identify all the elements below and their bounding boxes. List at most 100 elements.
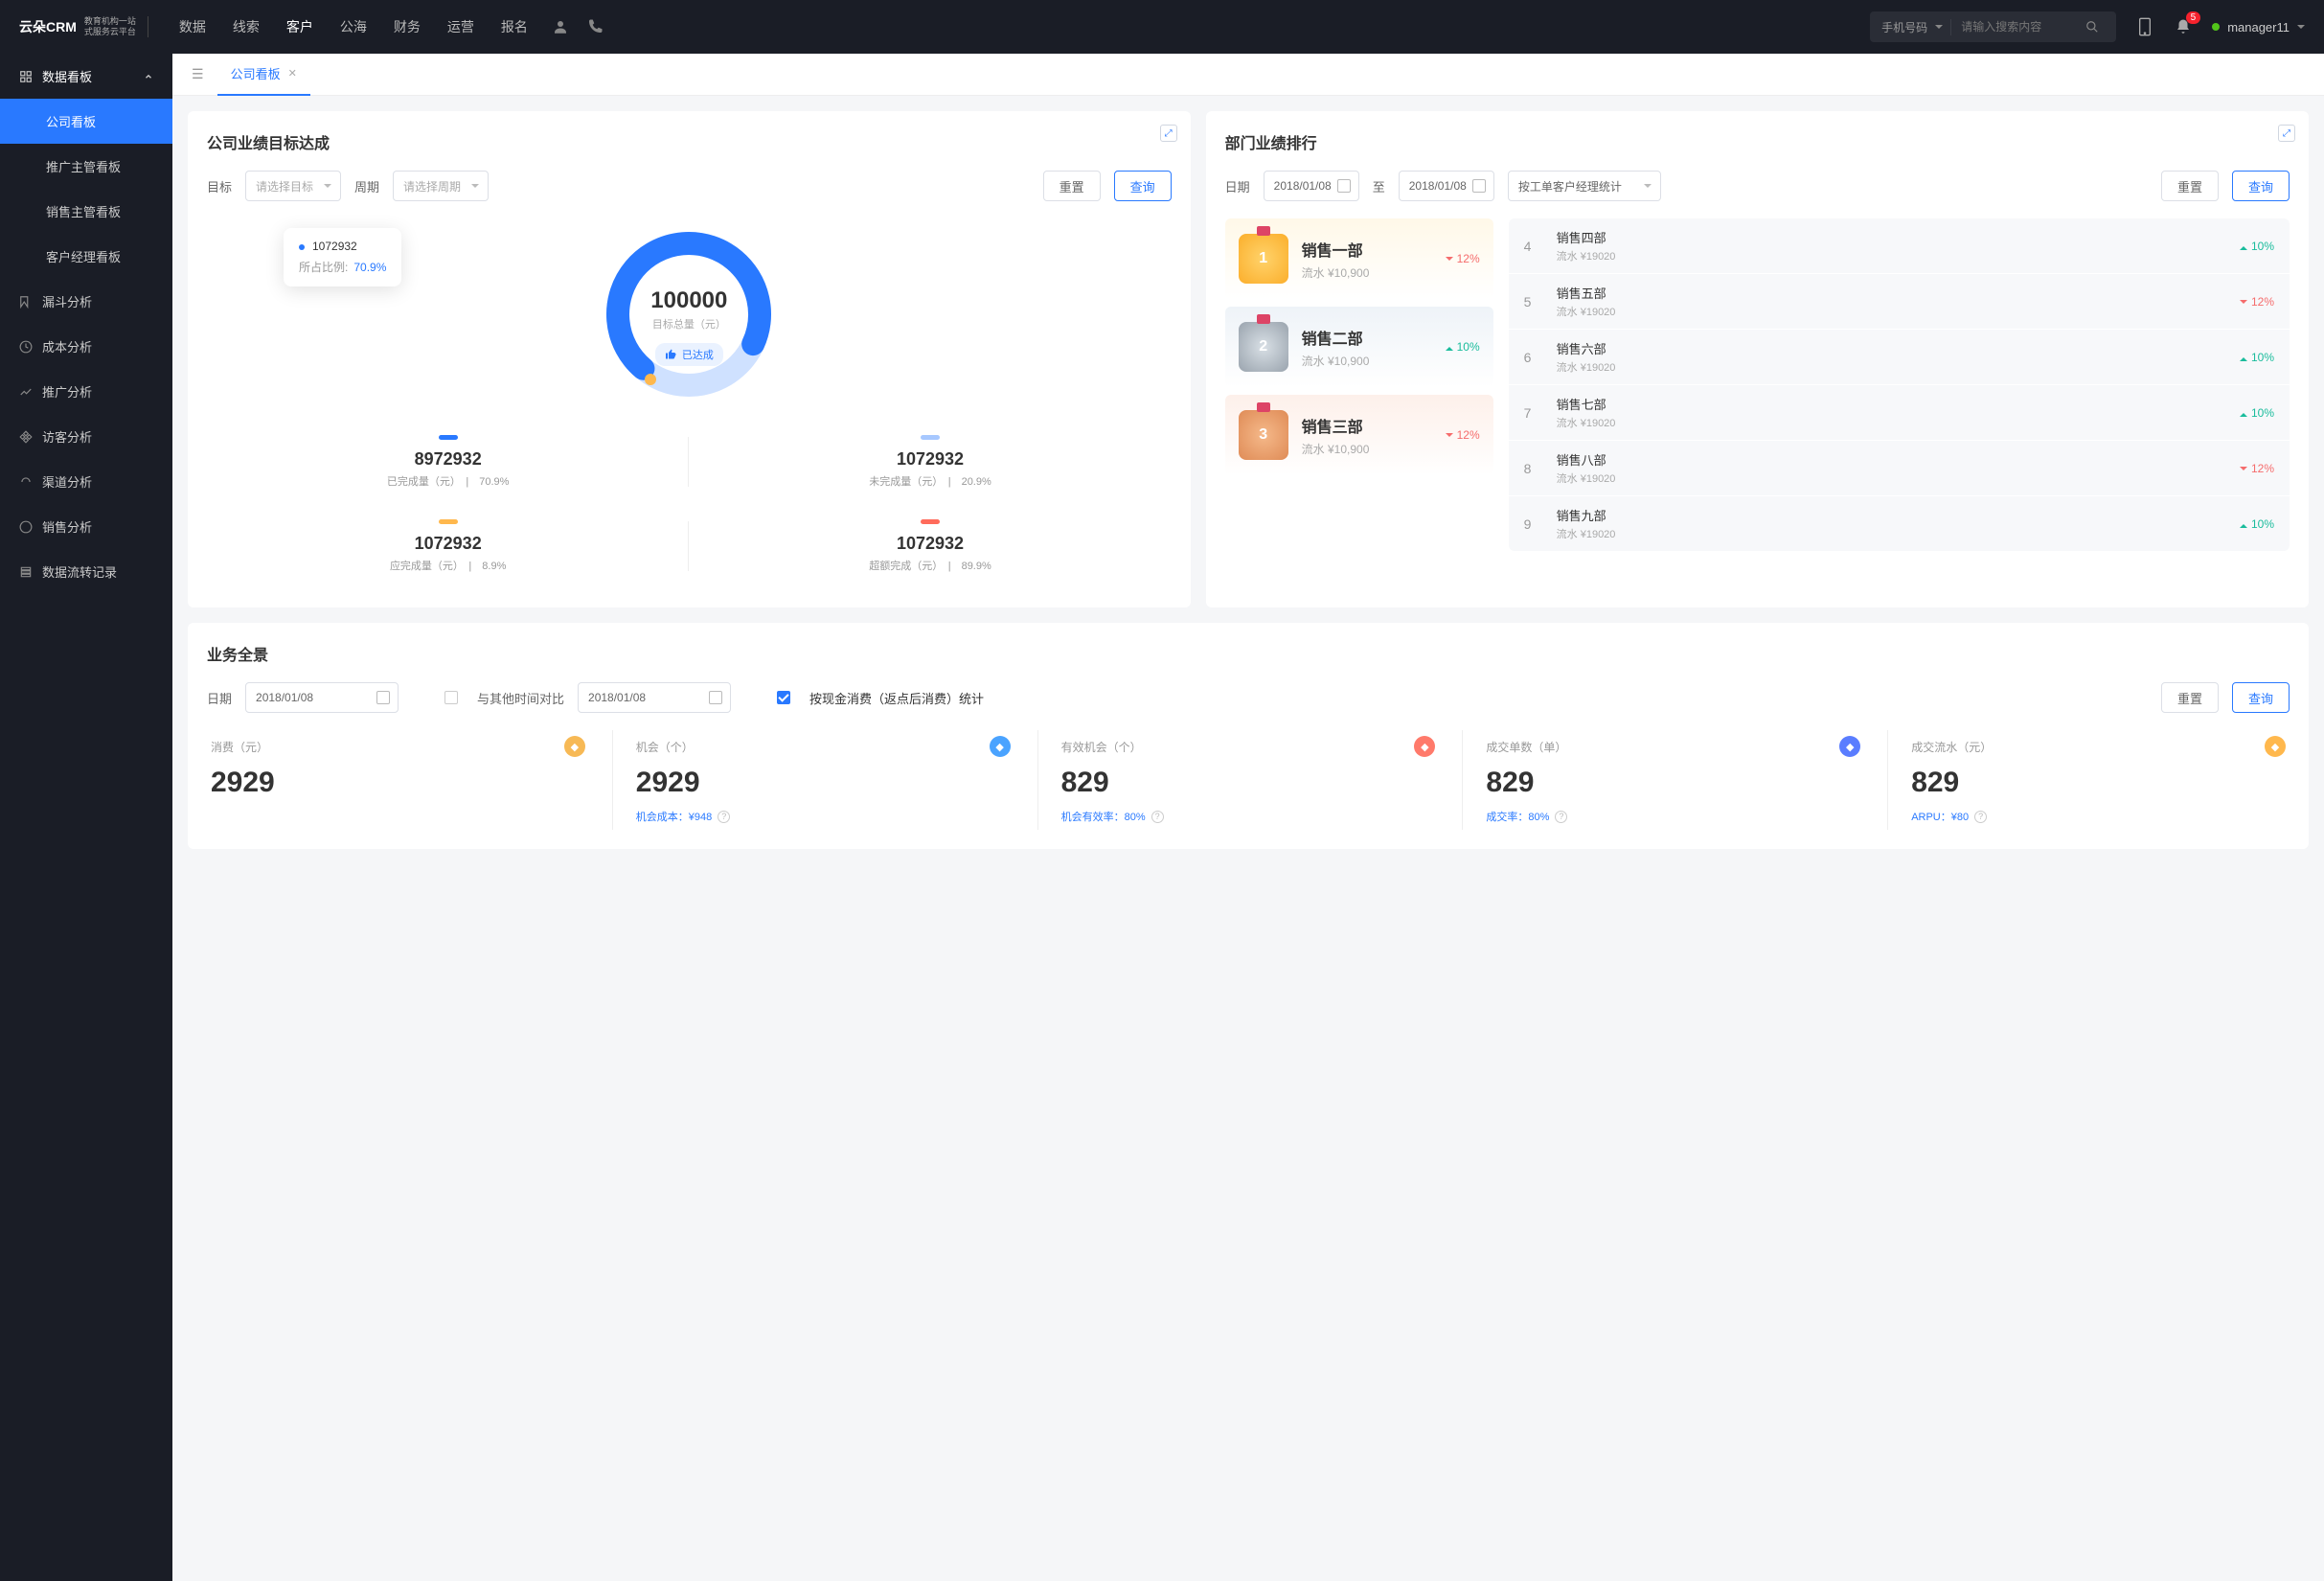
user-name: manager11 [2227, 20, 2290, 34]
search-box: 手机号码 [1870, 11, 2116, 42]
logo-text: 云朵CRM [19, 17, 77, 36]
reached-badge: 已达成 [655, 343, 723, 366]
overview-cell: 机会（个）◆2929机会成本：¥948? [612, 730, 1014, 830]
rank-card: 1销售一部流水 ¥10,90012% [1225, 218, 1493, 299]
tab-bar: ☰ 公司看板 ✕ [172, 54, 2324, 96]
card-title: 公司业绩目标达成 [207, 130, 1172, 153]
logo: 云朵CRM 教育机构一站 式服务云平台 [19, 16, 148, 37]
chart-tooltip: 1072932 所占比例:70.9% [284, 228, 401, 286]
card-title: 部门业绩排行 [1225, 130, 2290, 153]
search-input[interactable] [1951, 20, 2085, 34]
collapse-sidebar-icon[interactable]: ☰ [184, 66, 212, 82]
sidebar-group-dashboard[interactable]: 数据看板 [0, 54, 172, 99]
groupby-select[interactable]: 按工单客户经理统计 [1508, 171, 1661, 201]
nav-公海[interactable]: 公海 [340, 17, 367, 36]
reset-button[interactable]: 重置 [2161, 682, 2219, 713]
logo-subtitle-2: 式服务云平台 [84, 27, 136, 37]
compare-label: 与其他时间对比 [477, 689, 564, 707]
date-input[interactable]: 2018/01/08 [245, 682, 399, 713]
query-button[interactable]: 查询 [1114, 171, 1172, 201]
sidebar-item-销售主管看板[interactable]: 销售主管看板 [0, 189, 172, 234]
card-target-achievement: ⤢ 公司业绩目标达成 目标 请选择目标 周期 请选择周期 重置 查询 10729… [188, 111, 1191, 607]
overview-cell: 成交流水（元）◆829ARPU：¥80? [1887, 730, 2290, 830]
top-nav: 数据 线索 客户 公海 财务 运营 报名 [179, 17, 528, 36]
rank-card: 3销售三部流水 ¥10,90012% [1225, 395, 1493, 475]
main-content: ☰ 公司看板 ✕ ⤢ 公司业绩目标达成 目标 请选择目标 周期 请选择周期 重置… [172, 54, 2324, 1581]
reached-text: 已达成 [682, 347, 714, 362]
nav-线索[interactable]: 线索 [233, 17, 260, 36]
user-icon[interactable] [551, 17, 570, 36]
compare-date-input[interactable]: 2018/01/08 [578, 682, 731, 713]
notification-badge: 5 [2186, 11, 2201, 24]
expand-icon[interactable]: ⤢ [2278, 125, 2295, 142]
topbar: 云朵CRM 教育机构一站 式服务云平台 数据线索客户公海财务运营报名 手机号码 … [0, 0, 2324, 54]
nav-财务[interactable]: 财务 [394, 17, 421, 36]
target-select[interactable]: 请选择目标 [245, 171, 341, 201]
rank-row: 9销售九部流水 ¥1902010% [1509, 495, 2290, 551]
nav-客户[interactable]: 客户 [286, 17, 313, 36]
sidebar-item-数据流转记录[interactable]: 数据流转记录 [0, 549, 172, 594]
card-title: 业务全景 [207, 642, 2290, 665]
sidebar-item-推广主管看板[interactable]: 推广主管看板 [0, 144, 172, 189]
sidebar-item-漏斗分析[interactable]: 漏斗分析 [0, 279, 172, 324]
tab-close-icon[interactable]: ✕ [288, 67, 297, 80]
target-label: 目标 [207, 177, 232, 195]
sidebar-group-label: 数据看板 [42, 67, 92, 85]
search-button[interactable] [2085, 20, 2116, 34]
compare-checkbox[interactable] [444, 691, 458, 704]
stat-cell: 1072932应完成量（元） | 8.9% [207, 504, 689, 588]
rank-row: 7销售七部流水 ¥1902010% [1509, 384, 2290, 440]
sidebar-item-成本分析[interactable]: 成本分析 [0, 324, 172, 369]
overview-cell: 有效机会（个）◆829机会有效率：80%? [1037, 730, 1440, 830]
tooltip-ratio-label: 所占比例: [299, 261, 348, 274]
card-business-overview: 业务全景 日期 2018/01/08 与其他时间对比 2018/01/08 按现… [188, 623, 2309, 849]
rank-card: 2销售二部流水 ¥10,90010% [1225, 307, 1493, 387]
logo-subtitle-1: 教育机构一站 [84, 16, 136, 27]
date-label: 日期 [1225, 177, 1250, 195]
cash-checkbox[interactable] [777, 691, 790, 704]
query-button[interactable]: 查询 [2232, 171, 2290, 201]
date-from-input[interactable]: 2018/01/08 [1264, 171, 1359, 201]
stat-cell: 1072932超额完成（元） | 89.9% [689, 504, 1171, 588]
stat-cell: 1072932未完成量（元） | 20.9% [689, 420, 1171, 504]
sidebar-item-公司看板[interactable]: 公司看板 [0, 99, 172, 144]
sidebar-item-渠道分析[interactable]: 渠道分析 [0, 459, 172, 504]
status-dot [2212, 23, 2220, 31]
query-button[interactable]: 查询 [2232, 682, 2290, 713]
phone-icon[interactable] [585, 17, 604, 36]
sidebar: 数据看板 公司看板推广主管看板销售主管看板客户经理看板 漏斗分析成本分析推广分析… [0, 54, 172, 1581]
gauge-total-label: 目标总量（元） [207, 316, 1172, 332]
nav-报名[interactable]: 报名 [501, 17, 528, 36]
nav-数据[interactable]: 数据 [179, 17, 206, 36]
reset-button[interactable]: 重置 [1043, 171, 1101, 201]
device-icon[interactable] [2135, 17, 2154, 36]
sidebar-item-客户经理看板[interactable]: 客户经理看板 [0, 234, 172, 279]
sidebar-item-推广分析[interactable]: 推广分析 [0, 369, 172, 414]
period-select[interactable]: 请选择周期 [393, 171, 489, 201]
expand-icon[interactable]: ⤢ [1160, 125, 1177, 142]
chevron-down-icon [2297, 25, 2305, 33]
sidebar-item-销售分析[interactable]: 销售分析 [0, 504, 172, 549]
tooltip-ratio: 70.9% [353, 261, 386, 274]
chevron-up-icon [144, 72, 153, 81]
bell-icon[interactable]: 5 [2174, 17, 2193, 36]
rank-row: 8销售八部流水 ¥1902012% [1509, 440, 2290, 495]
period-label: 周期 [354, 177, 379, 195]
rank-row: 4销售四部流水 ¥1902010% [1509, 218, 2290, 273]
search-type-select[interactable]: 手机号码 [1870, 19, 1951, 35]
tab-label: 公司看板 [231, 64, 281, 82]
rank-row: 6销售六部流水 ¥1902010% [1509, 329, 2290, 384]
stat-cell: 8972932已完成量（元） | 70.9% [207, 420, 689, 504]
cash-label: 按现金消费（返点后消费）统计 [809, 689, 984, 707]
sidebar-item-访客分析[interactable]: 访客分析 [0, 414, 172, 459]
date-to-input[interactable]: 2018/01/08 [1399, 171, 1494, 201]
tab-company-board[interactable]: 公司看板 ✕ [217, 54, 310, 96]
date-to-label: 至 [1373, 177, 1385, 195]
gauge-total: 100000 [207, 287, 1172, 314]
nav-运营[interactable]: 运营 [447, 17, 474, 36]
overview-cell: 成交单数（单）◆829成交率：80%? [1462, 730, 1864, 830]
rank-row: 5销售五部流水 ¥1902012% [1509, 273, 2290, 329]
reset-button[interactable]: 重置 [2161, 171, 2219, 201]
user-chip[interactable]: manager11 [2212, 20, 2305, 34]
overview-cell: 消费（元）◆2929 [207, 730, 589, 830]
